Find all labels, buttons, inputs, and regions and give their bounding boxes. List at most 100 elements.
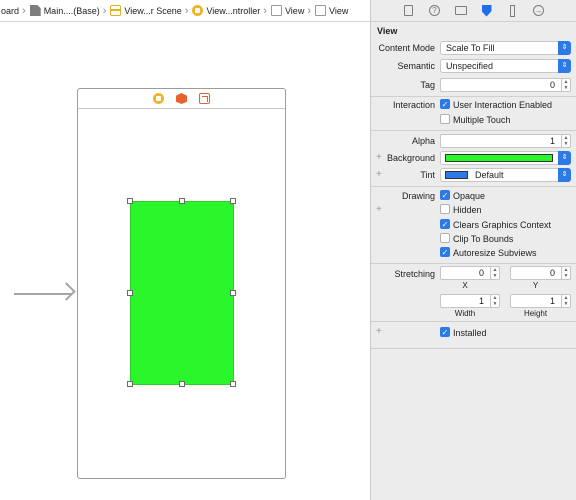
resize-handle-top[interactable] [179, 198, 185, 204]
tab-file-inspector[interactable] [402, 4, 416, 18]
resize-handle-left[interactable] [127, 290, 133, 296]
autoresize-subviews-checkbox[interactable]: ✓ [440, 247, 450, 257]
stretching-y-value: 0 [549, 268, 555, 278]
drawing-label: Drawing [401, 191, 435, 201]
hidden-checkbox[interactable] [440, 204, 450, 214]
resize-handle-bottom-left[interactable] [127, 381, 133, 387]
opaque-checkbox[interactable]: ✓ [440, 190, 450, 200]
resize-handle-bottom-right[interactable] [230, 381, 236, 387]
chevron-right-icon: › [22, 4, 26, 17]
scene-dock [78, 89, 285, 109]
stretching-label: Stretching [394, 269, 435, 279]
hidden-label: Hidden [453, 205, 482, 215]
background-color-swatch [445, 154, 553, 162]
installed-checkbox[interactable]: ✓ [440, 327, 450, 337]
stretching-x-caption: X [462, 281, 468, 290]
crumb-view-controller[interactable]: View...ntroller [191, 0, 261, 21]
stretching-x-stepper[interactable]: ▲ ▼ [490, 266, 500, 280]
alpha-stepper[interactable]: ▲ ▼ [561, 134, 571, 148]
clears-graphics-context-label: Clears Graphics Context [453, 220, 552, 230]
tab-quick-help[interactable]: ? [428, 4, 442, 18]
popup-arrows-icon: ⇕ [558, 41, 571, 55]
popup-arrows-icon: ⇕ [558, 151, 571, 165]
tint-color-swatch [445, 171, 468, 179]
xcode-storyboard-window: oard › Main....(Base) › View...r Scene ›… [0, 0, 576, 500]
clip-to-bounds-checkbox[interactable] [440, 233, 450, 243]
popup-arrows-icon: ⇕ [558, 59, 571, 73]
interaction-label: Interaction [392, 100, 435, 110]
tab-size-inspector[interactable] [506, 4, 520, 18]
stretching-y-field[interactable]: 0 ▲ ▼ [510, 266, 571, 280]
attributes-inspector: ? → View Content Mode Scale To Fill ⇕ Se… [370, 0, 576, 500]
crumb-view-controller-label: View...ntroller [206, 5, 261, 16]
clip-to-bounds-label: Clip To Bounds [453, 234, 514, 244]
connections-arrow-icon: → [533, 5, 544, 16]
crumb-storyboard[interactable]: oard [0, 0, 20, 21]
add-variation-plus-icon[interactable]: + [376, 326, 382, 337]
resize-handle-top-left[interactable] [127, 198, 133, 204]
view-controller-icon [192, 5, 204, 16]
crumb-view-1[interactable]: View [270, 0, 305, 21]
divider [371, 130, 576, 131]
chevron-right-icon: › [102, 4, 107, 17]
section-title-view: View [377, 26, 398, 36]
tint-popup[interactable]: Default ⇕ [440, 168, 571, 182]
autoresize-subviews-label: Autoresize Subviews [453, 248, 537, 258]
stretching-height-field[interactable]: 1 ▲ ▼ [510, 294, 571, 308]
divider [371, 96, 576, 97]
tag-stepper[interactable]: ▲ ▼ [561, 78, 571, 92]
resize-handle-right[interactable] [230, 290, 236, 296]
chevron-right-icon: › [263, 4, 267, 17]
background-color-popup[interactable]: ⇕ [440, 151, 571, 165]
stretching-height-value: 1 [549, 296, 555, 306]
crumb-scene[interactable]: View...r Scene [109, 0, 182, 21]
stretching-width-field[interactable]: 1 ▲ ▼ [440, 294, 500, 308]
tab-connections-inspector[interactable]: → [532, 4, 546, 18]
stretching-width-stepper[interactable]: ▲ ▼ [490, 294, 500, 308]
semantic-label: Semantic [397, 61, 435, 71]
chevron-right-icon: › [184, 4, 189, 17]
divider [371, 321, 576, 322]
multiple-touch-checkbox[interactable] [440, 114, 450, 124]
stretching-y-caption: Y [532, 281, 539, 290]
tag-label: Tag [420, 80, 435, 90]
user-interaction-checkbox[interactable]: ✓ [440, 99, 450, 109]
view-controller-icon[interactable] [153, 93, 164, 104]
semantic-popup[interactable]: Unspecified ⇕ [440, 59, 571, 73]
resize-handle-bottom[interactable] [179, 381, 185, 387]
tint-value: Default [475, 170, 504, 180]
tag-field[interactable]: 0 ▲ ▼ [440, 78, 571, 92]
stretching-x-field[interactable]: 0 ▲ ▼ [440, 266, 500, 280]
tab-identity-inspector[interactable] [454, 4, 468, 18]
crumb-main-base[interactable]: Main....(Base) [29, 0, 101, 21]
crumb-view-2-label: View [329, 5, 349, 16]
stretching-height-caption: Height [523, 309, 548, 318]
ruler-icon [510, 4, 515, 17]
content-mode-value: Scale To Fill [446, 43, 495, 53]
alpha-field[interactable]: 1 ▲ ▼ [440, 134, 571, 148]
first-responder-icon[interactable] [176, 93, 187, 104]
selected-green-view[interactable] [127, 198, 236, 387]
add-variation-plus-icon[interactable]: + [376, 204, 382, 215]
tag-value: 0 [549, 80, 555, 90]
user-interaction-label: User Interaction Enabled [453, 100, 553, 110]
exit-icon[interactable] [199, 93, 210, 104]
crumb-view-2[interactable]: View [314, 0, 349, 21]
chevron-right-icon: › [307, 4, 311, 17]
stretching-width-caption: Width [454, 309, 476, 318]
resize-handle-top-right[interactable] [230, 198, 236, 204]
view-icon [270, 5, 282, 16]
view-controller-scene[interactable] [77, 88, 286, 479]
stretching-y-stepper[interactable]: ▲ ▼ [561, 266, 571, 280]
tint-label: Tint [420, 170, 435, 180]
content-mode-popup[interactable]: Scale To Fill ⇕ [440, 41, 571, 55]
clears-graphics-context-checkbox[interactable]: ✓ [440, 219, 450, 229]
alpha-label: Alpha [411, 136, 435, 146]
storyboard-canvas[interactable] [0, 22, 370, 500]
view-icon [315, 5, 326, 16]
jump-bar: oard › Main....(Base) › View...r Scene ›… [0, 0, 370, 22]
stretching-height-stepper[interactable]: ▲ ▼ [561, 294, 571, 308]
installed-label: Installed [453, 328, 487, 338]
tab-attributes-inspector[interactable] [480, 4, 494, 18]
background-label: Background [386, 153, 435, 163]
